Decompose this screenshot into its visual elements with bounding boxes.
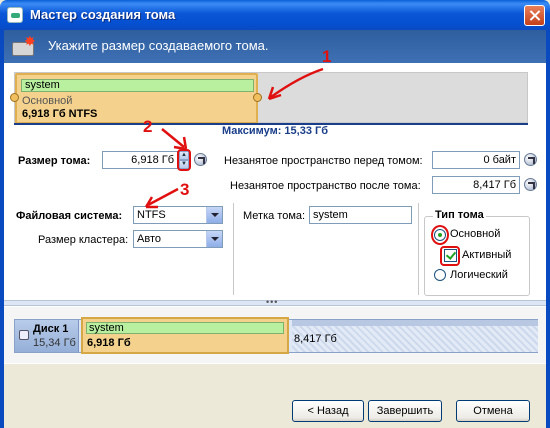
disk-icon: [19, 330, 29, 340]
wizard-volume-icon: ✸: [10, 34, 36, 58]
free-before-label: Незанятое пространство перед томом:: [224, 155, 423, 167]
annotation-arrow-icon: [144, 187, 179, 209]
annotation-highlight: [440, 246, 460, 266]
free-after-input[interactable]: 8,417 Гб: [432, 176, 520, 194]
volume-label-input[interactable]: system: [309, 206, 412, 224]
volume-size-label: Размер тома:: [18, 155, 91, 167]
free-before-button[interactable]: [524, 153, 537, 166]
window-title: Мастер создания тома: [30, 7, 176, 22]
chevron-down-icon[interactable]: [206, 231, 222, 247]
annotation-arrow-icon: [267, 67, 324, 101]
wizard-header: ✸ Укажите размер создаваемого тома.: [4, 30, 546, 63]
free-before-input[interactable]: 0 байт: [432, 151, 520, 169]
chevron-down-icon[interactable]: [206, 207, 222, 223]
disk-capacity: 15,34 Гб: [33, 337, 76, 349]
close-button[interactable]: [524, 5, 545, 26]
column-divider: [233, 203, 234, 295]
free-after-button[interactable]: [524, 178, 537, 191]
cancel-button[interactable]: Отмена: [456, 400, 530, 422]
file-system-label: Файловая система:: [16, 210, 123, 222]
disk-map-area: Диск 1 15,34 Гб system 6,918 Гб 8,417 Гб: [4, 307, 546, 363]
panel-splitter[interactable]: •••: [4, 297, 546, 307]
disk-volume-size: 6,918 Гб: [87, 337, 131, 349]
free-after-label: Незанятое пространство после тома:: [230, 180, 421, 192]
window-frame-right: [546, 30, 550, 428]
volume-name-bar: system: [21, 79, 254, 92]
annotation-highlight: [177, 149, 191, 171]
active-checkbox-label: Активный: [462, 249, 512, 261]
cluster-size-label: Размер кластера:: [38, 234, 129, 246]
disk-volume-block[interactable]: system 6,918 Гб: [81, 317, 289, 354]
column-divider: [418, 203, 419, 295]
back-button[interactable]: < Назад: [292, 400, 364, 422]
volume-type-text: Основной: [22, 95, 73, 107]
volume-type-title: Тип тома: [433, 209, 486, 221]
cluster-size-value: Авто: [137, 233, 161, 245]
maximum-size-text: Максимум: 15,33 Гб: [221, 125, 329, 137]
finish-button[interactable]: Завершить: [368, 400, 442, 422]
disk-name: Диск 1: [33, 323, 69, 335]
primary-radio-label: Основной: [450, 228, 501, 240]
volume-size-text: 6,918 Гб NTFS: [22, 108, 98, 120]
new-volume-block[interactable]: system Основной 6,918 Гб NTFS: [15, 73, 258, 124]
annotation-number: 2: [143, 117, 153, 136]
wizard-panel: system Основной 6,918 Гб NTFS Максимум: …: [4, 47, 546, 428]
app-icon: [7, 7, 23, 23]
annotation-highlight: [431, 225, 449, 245]
logical-radio[interactable]: [434, 269, 446, 281]
resize-handle-left[interactable]: [10, 93, 19, 102]
disk-label: Диск 1 15,34 Гб: [15, 320, 79, 352]
wizard-heading: Укажите размер создаваемого тома.: [48, 38, 269, 53]
title-bar: Мастер создания тома: [0, 0, 550, 30]
disk-map: Диск 1 15,34 Гб system 6,918 Гб 8,417 Гб: [14, 317, 538, 354]
disk-free-size: 8,417 Гб: [294, 333, 337, 345]
volume-label-label: Метка тома:: [243, 210, 306, 222]
disk-volume-name: system: [86, 322, 284, 334]
wizard-footer: < Назад Завершить Отмена: [4, 363, 546, 428]
volume-size-max-button[interactable]: [194, 153, 207, 166]
disk-unallocated-block[interactable]: 8,417 Гб: [292, 320, 538, 352]
logical-radio-label: Логический: [450, 269, 508, 281]
cluster-size-select[interactable]: Авто: [133, 230, 223, 248]
